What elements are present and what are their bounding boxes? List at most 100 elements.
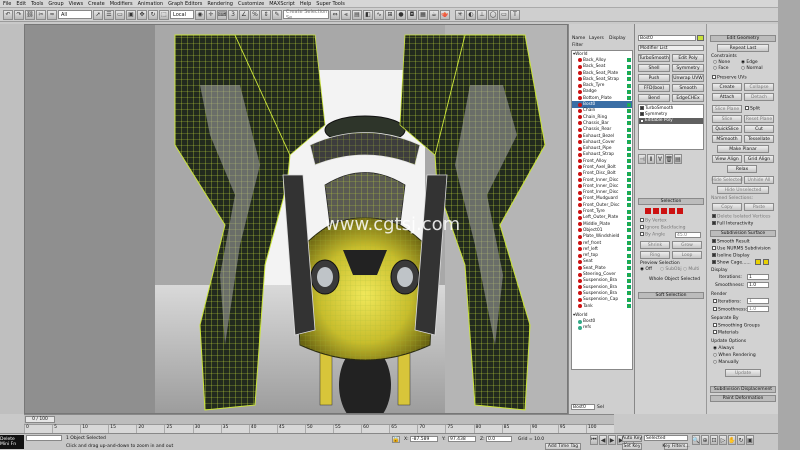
scene-tab-name[interactable]: Name <box>572 36 585 41</box>
edit-geometry-rollout[interactable]: Edit Geometry <box>710 35 776 42</box>
visibility-icon[interactable] <box>627 272 631 277</box>
angle-field[interactable]: 45.0 <box>675 232 701 238</box>
visibility-icon[interactable] <box>627 222 631 227</box>
grow-button[interactable]: Grow <box>672 241 702 249</box>
visibility-icon[interactable] <box>627 165 631 170</box>
render-iterations-field[interactable]: 1 <box>747 298 769 304</box>
full-interactivity-checkbox[interactable]: Full Interactivity <box>712 221 753 227</box>
set-key-button[interactable]: Set Key <box>622 443 642 450</box>
visibility-icon[interactable] <box>627 96 631 101</box>
collapse-button[interactable]: Collapse <box>744 83 774 91</box>
update-manually-radio[interactable]: ○ Manually <box>713 360 739 365</box>
menu-item-customize[interactable]: Customize <box>238 1 264 7</box>
paste-button[interactable]: Paste <box>744 203 774 211</box>
pan-icon[interactable]: ✋ <box>728 435 736 445</box>
polygon-mode-icon[interactable] <box>669 208 675 214</box>
auto-key-button[interactable]: Auto Key <box>622 435 642 442</box>
add-time-tag-button[interactable]: Add Time Tag <box>545 443 581 450</box>
hide-unselected-button[interactable]: Hide Unselected <box>717 186 769 194</box>
zoom-extents-icon[interactable]: ⊡ <box>710 435 718 445</box>
quickslice-button[interactable]: QuickSlice <box>712 125 742 133</box>
ref-coord-dropdown[interactable]: Local <box>170 10 194 19</box>
constraint-none-radio[interactable]: ○ None <box>713 60 730 65</box>
border-mode-icon[interactable] <box>661 208 667 214</box>
isoline-display-checkbox[interactable]: Isoline Display <box>712 253 750 259</box>
visibility-icon[interactable] <box>627 253 631 258</box>
maxscript-listener[interactable]: Delete Mini Fn <box>0 435 24 449</box>
manipulate-icon[interactable]: ✛ <box>206 9 216 20</box>
visibility-icon[interactable] <box>627 184 631 189</box>
perspective-viewport[interactable]: www.cgtsj.com <box>24 24 568 414</box>
constraint-normal-radio[interactable]: ○ Normal <box>741 66 763 71</box>
constraint-edge-radio[interactable]: ◉ Edge <box>741 60 758 65</box>
maxscript-mini-input[interactable] <box>26 435 62 441</box>
visibility-icon[interactable] <box>627 83 631 88</box>
time-slider[interactable]: 0 / 100 <box>24 414 614 424</box>
go-to-start-icon[interactable]: ⏮ <box>590 435 598 445</box>
render-setup-icon[interactable]: ◘ <box>407 9 417 20</box>
visibility-icon[interactable] <box>627 234 631 239</box>
visibility-icon[interactable] <box>627 259 631 264</box>
menu-item-modifiers[interactable]: Modifiers <box>110 1 133 7</box>
visibility-icon[interactable] <box>627 291 631 296</box>
modifier-button-symmetry[interactable]: Symmetry <box>672 64 704 72</box>
repeat-last-button[interactable]: Repeat Last <box>717 44 769 52</box>
modifier-button-bend[interactable]: Bend <box>638 94 670 102</box>
grid-align-button[interactable]: Grid Align <box>744 155 774 163</box>
scene-object-list[interactable]: ▾ World Back_Alloy Back_Seat Back_Seat_Pla… <box>571 50 633 370</box>
menu-item-super-tools[interactable]: Super Tools <box>316 1 345 7</box>
preview-multi-radio[interactable]: ○ Multi <box>683 267 699 272</box>
display-tab-icon[interactable]: ▭ <box>499 9 509 20</box>
cut-button[interactable]: Cut <box>744 125 774 133</box>
explorer-search-field[interactable]: Bost0 <box>571 404 595 410</box>
use-nurms-checkbox[interactable]: Use NURMS Subdivision <box>712 246 771 252</box>
view-align-button[interactable]: View Align <box>712 155 742 163</box>
menu-item-graph-editors[interactable]: Graph Editors <box>168 1 202 7</box>
modifier-list-dropdown[interactable]: Modifier List <box>638 45 704 51</box>
constraint-face-radio[interactable]: ○ Face <box>713 66 729 71</box>
by-angle-checkbox[interactable]: By Angle <box>640 232 665 238</box>
selection-filter-dropdown[interactable]: All <box>58 10 92 19</box>
preserve-uvs-checkbox[interactable]: Preserve UVs <box>712 75 747 81</box>
select-icon[interactable]: ➚ <box>93 9 103 20</box>
rotate-icon[interactable]: ↻ <box>148 9 158 20</box>
coord-x-field[interactable]: -87.589 <box>410 436 438 442</box>
visibility-icon[interactable] <box>627 140 631 145</box>
reset-plane-button[interactable]: Reset Plane <box>744 115 774 123</box>
vertex-mode-icon[interactable] <box>645 208 651 214</box>
selection-rollout[interactable]: Selection <box>638 198 704 205</box>
snap-icon[interactable]: 3 <box>228 9 238 20</box>
preview-subobj-radio[interactable]: ○ SubObj <box>660 267 682 272</box>
keyboard-shortcut-icon[interactable]: ⌨ <box>217 9 227 20</box>
scene-tab-layers[interactable]: Layers <box>589 36 604 41</box>
modifier-button-smooth[interactable]: Smooth <box>672 84 704 92</box>
visibility-icon[interactable] <box>627 203 631 208</box>
motion-tab-icon[interactable]: ◯ <box>488 9 498 20</box>
menu-item-group[interactable]: Group <box>48 1 63 7</box>
menu-item-help[interactable]: Help <box>300 1 311 7</box>
show-end-result-icon[interactable]: Ⅱ <box>647 154 655 164</box>
configure-sets-icon[interactable]: ▤ <box>674 154 682 164</box>
named-selection-input[interactable]: Create Selection Se <box>283 9 329 21</box>
key-filters-button[interactable]: Key Filters... <box>662 443 690 450</box>
visibility-icon[interactable] <box>627 190 631 195</box>
percent-snap-icon[interactable]: % <box>250 9 260 20</box>
angle-snap-icon[interactable]: ∠ <box>239 9 249 20</box>
visibility-icon[interactable] <box>627 215 631 220</box>
play-icon[interactable]: ▶ <box>608 435 616 445</box>
menu-item-tools[interactable]: Tools <box>31 1 43 7</box>
update-button[interactable]: Update <box>725 369 761 377</box>
menu-item-create[interactable]: Create <box>88 1 105 7</box>
visibility-icon[interactable] <box>627 77 631 82</box>
pivot-icon[interactable]: ◉ <box>195 9 205 20</box>
hierarchy-tab-icon[interactable]: ⊥ <box>477 9 487 20</box>
slice-button[interactable]: Slice <box>712 115 742 123</box>
bulb-icon[interactable] <box>640 112 644 117</box>
by-vertex-checkbox[interactable]: By Vertex <box>640 218 667 224</box>
render-smoothness-field[interactable]: 1.0 <box>747 306 769 312</box>
visibility-icon[interactable] <box>627 304 631 309</box>
maximize-viewport-icon[interactable]: ▣ <box>746 435 754 445</box>
copy-button[interactable]: Copy <box>712 203 742 211</box>
zoom-icon[interactable]: 🔍 <box>692 435 700 445</box>
visibility-icon[interactable] <box>627 159 631 164</box>
